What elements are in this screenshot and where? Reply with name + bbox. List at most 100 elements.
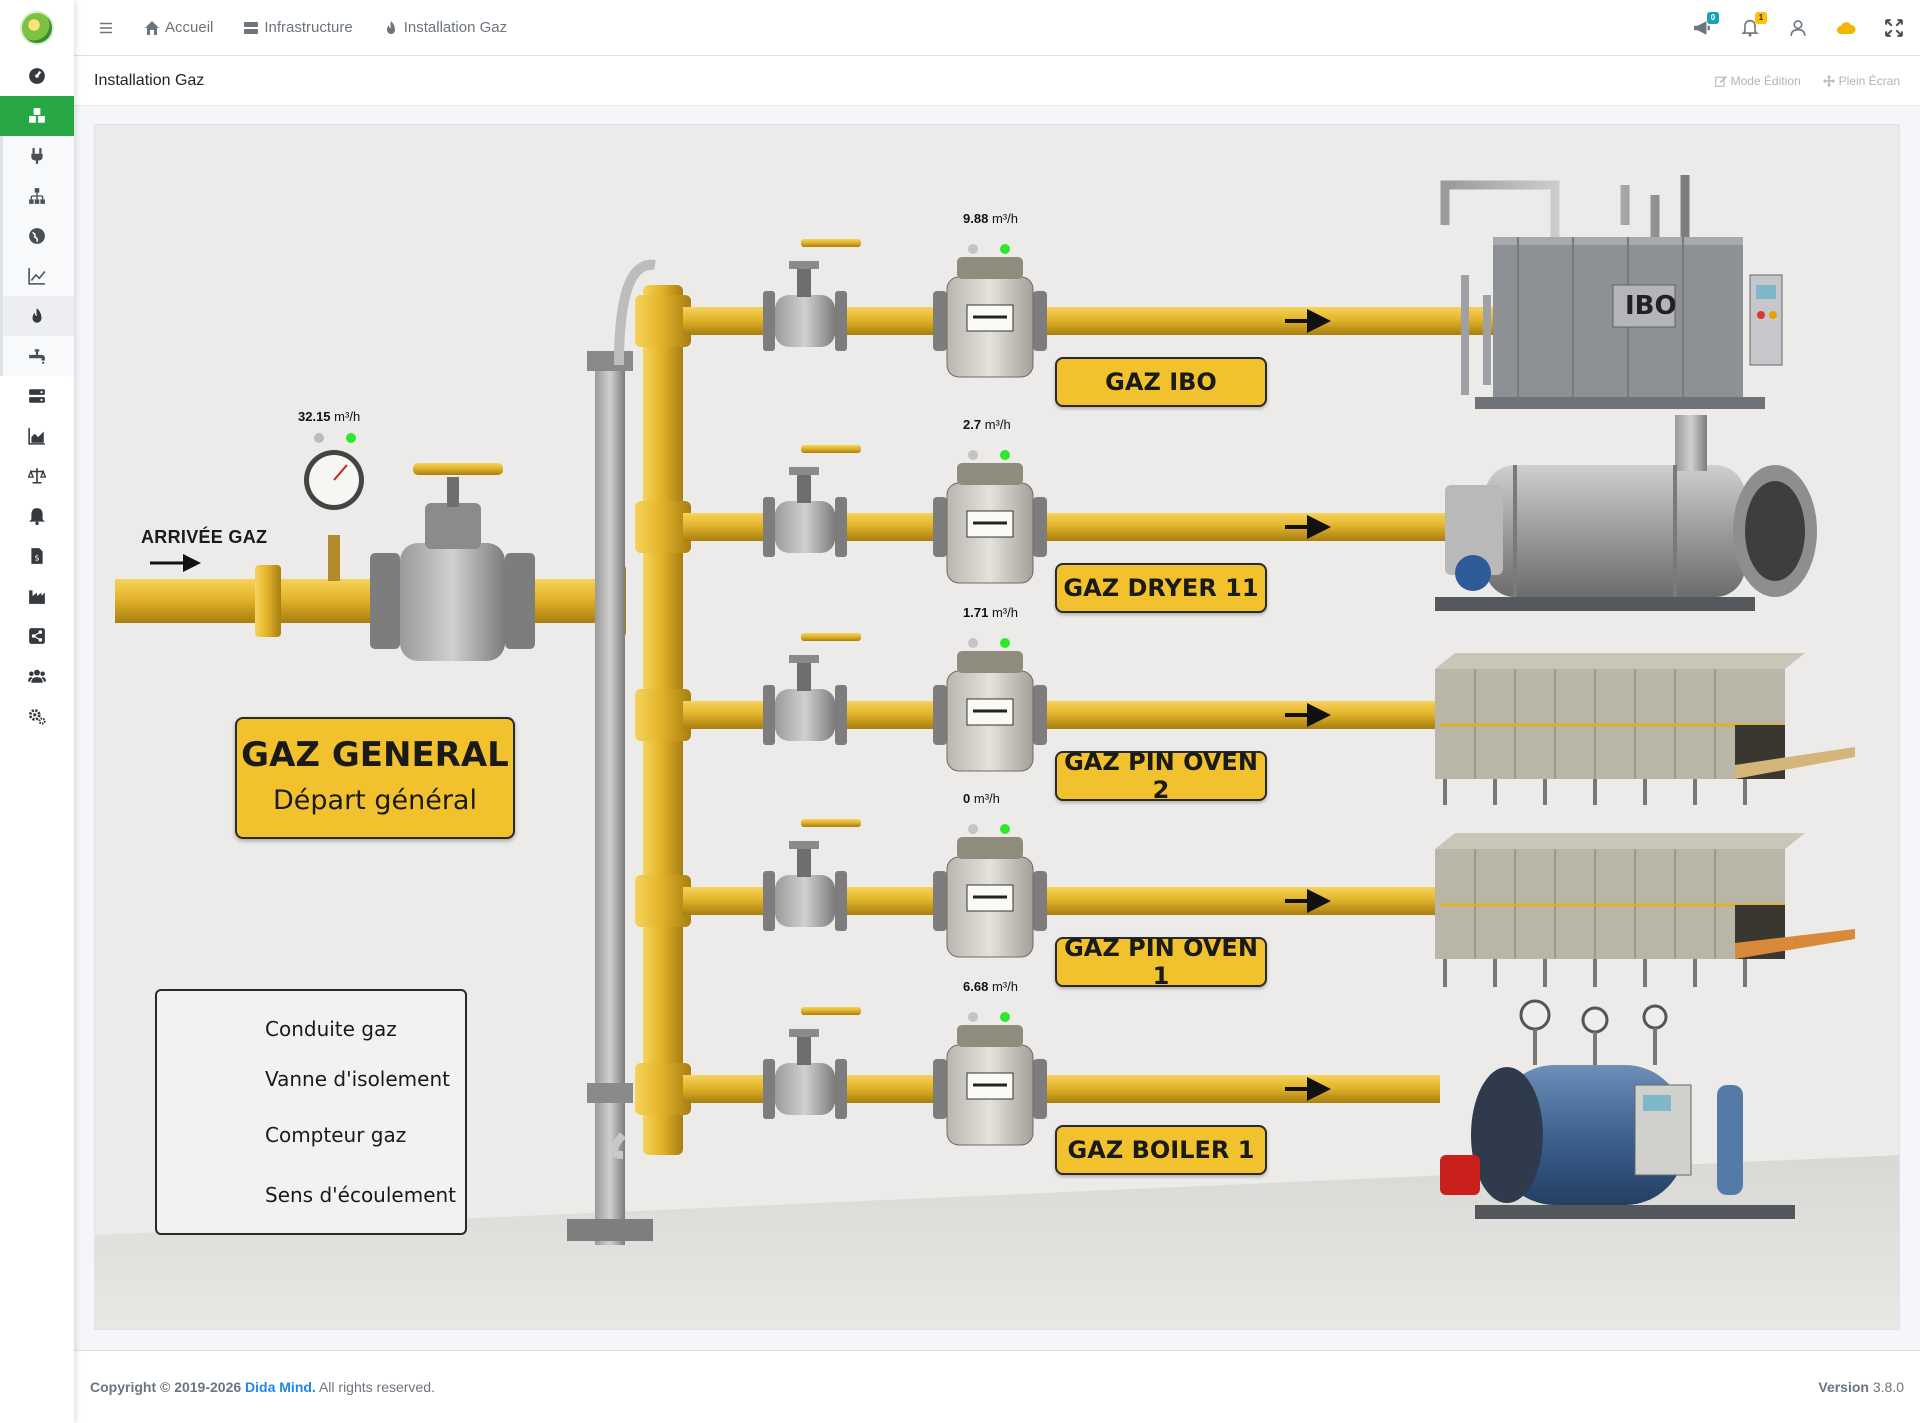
sidebar-item-network[interactable] bbox=[0, 176, 74, 216]
sidebar-item-alerts[interactable] bbox=[0, 496, 74, 536]
sidebar-item-industry[interactable] bbox=[0, 576, 74, 616]
sidebar-item-area-chart[interactable] bbox=[0, 416, 74, 456]
branch-2 bbox=[635, 445, 1445, 584]
sidebar-item-share[interactable] bbox=[0, 616, 74, 656]
legend: Conduite gaz Vanne d'isolement Compteur … bbox=[155, 989, 467, 1235]
boiler-1-unit bbox=[1440, 999, 1795, 1219]
user-icon bbox=[1790, 19, 1806, 36]
bell-icon bbox=[29, 508, 45, 525]
general-sign: GAZ GENERAL Départ général bbox=[235, 717, 515, 839]
footer-version-value: 3.8.0 bbox=[1872, 1379, 1904, 1395]
nav-link-infrastructure-label: Infrastructure bbox=[264, 19, 353, 36]
sitemap-icon bbox=[29, 188, 45, 204]
balance-scale-icon bbox=[28, 468, 46, 484]
nav-link-home-label: Accueil bbox=[165, 19, 214, 36]
cubes-icon bbox=[29, 108, 45, 123]
branch-flow-unit: m³/h bbox=[991, 605, 1018, 620]
dryer-11-unit bbox=[1435, 415, 1817, 611]
messages-button[interactable]: 0 bbox=[1692, 11, 1719, 38]
footer-copyright: Copyright © 2019-2026 bbox=[90, 1379, 242, 1395]
sidebar-item-infrastructure[interactable] bbox=[0, 96, 74, 136]
notifications-button[interactable]: 1 bbox=[1740, 11, 1767, 38]
sidebar-item-users[interactable] bbox=[0, 656, 74, 696]
branch-name-sign: GAZ DRYER 11 bbox=[1055, 563, 1267, 613]
plug-icon bbox=[31, 148, 43, 164]
nav-link-infrastructure[interactable]: Infrastructure bbox=[243, 19, 353, 36]
industry-icon bbox=[29, 590, 45, 604]
expand-icon bbox=[1885, 18, 1903, 37]
branch-flow-reading: 1.71 m³/h bbox=[963, 605, 1018, 620]
sidebar-item-balance[interactable] bbox=[0, 456, 74, 496]
general-flow-value: 32.15 bbox=[298, 409, 331, 424]
branch-flow-unit: m³/h bbox=[991, 211, 1018, 226]
flame-icon bbox=[32, 308, 42, 323]
app-logo[interactable] bbox=[0, 0, 74, 56]
general-flow-reading: 32.15 m³/h bbox=[298, 409, 360, 424]
inlet-label: ARRIVÉE GAZ bbox=[141, 527, 268, 547]
sidebar-item-dashboard[interactable] bbox=[0, 56, 74, 96]
branch-5 bbox=[635, 1007, 1440, 1146]
general-flow-unit: m³/h bbox=[334, 409, 361, 424]
branch-flow-unit: m³/h bbox=[991, 979, 1018, 994]
sidebar-item-servers[interactable] bbox=[0, 376, 74, 416]
gas-synoptic: ARRIVÉE GAZ 32.15 m³/h GAZ GENERAL Dépar… bbox=[94, 124, 1900, 1330]
move-arrows-icon bbox=[1822, 74, 1835, 87]
top-navbar: Accueil Infrastructure Installation Gaz … bbox=[74, 0, 1920, 56]
messages-badge: 0 bbox=[1707, 11, 1719, 24]
cloud-sync-button[interactable] bbox=[1836, 18, 1856, 38]
area-chart-icon bbox=[28, 428, 45, 445]
notifications-badge: 1 bbox=[1755, 11, 1767, 24]
svg-text:$: $ bbox=[34, 554, 39, 563]
footer-rights: All rights reserved. bbox=[318, 1379, 435, 1395]
pin-oven-2-unit bbox=[1435, 653, 1855, 805]
branch-flow-value: 6.68 bbox=[963, 979, 989, 994]
branch-flow-value: 1.71 bbox=[963, 605, 989, 620]
footer: Copyright © 2019-2026 Dida Mind. All rig… bbox=[74, 1350, 1920, 1423]
branch-name-sign: GAZ PIN OVEN 2 bbox=[1055, 748, 1267, 804]
leaf-logo-icon bbox=[20, 11, 54, 45]
sidebar-item-electricity[interactable] bbox=[0, 136, 74, 176]
cloud-icon bbox=[1837, 21, 1856, 34]
branch-valve bbox=[775, 875, 835, 927]
edit-mode-button[interactable]: Mode Édition bbox=[1714, 73, 1801, 88]
fullscreen-button[interactable]: Plein Écran bbox=[1822, 74, 1900, 88]
sidebar: $ bbox=[0, 0, 74, 1423]
branch-name-sign: GAZ PIN OVEN 1 bbox=[1055, 934, 1267, 990]
edit-mode-label: Mode Édition bbox=[1730, 73, 1801, 88]
main-isolation-valve bbox=[400, 543, 505, 661]
flame-icon bbox=[386, 20, 395, 34]
legend-flow-label: Sens d'écoulement bbox=[265, 1183, 457, 1207]
footer-version-label: Version bbox=[1818, 1379, 1869, 1395]
sidebar-item-trends[interactable] bbox=[0, 256, 74, 296]
branch-flow-reading: 9.88 m³/h bbox=[963, 211, 1018, 226]
branch-flow-value: 9.88 bbox=[963, 211, 989, 226]
branch-flow-reading: 0 m³/h bbox=[963, 791, 1000, 806]
branch-flow-value: 2.7 bbox=[963, 417, 982, 432]
sidebar-item-settings[interactable] bbox=[0, 696, 74, 736]
sidebar-item-gas[interactable] bbox=[0, 296, 74, 336]
menu-toggle-button[interactable] bbox=[98, 20, 114, 36]
branch-valve bbox=[775, 689, 835, 741]
fullscreen-toggle-button[interactable] bbox=[1884, 18, 1904, 38]
cogs-icon bbox=[28, 709, 46, 725]
branch-valve bbox=[775, 1063, 835, 1115]
share-icon bbox=[29, 628, 45, 644]
edit-icon bbox=[1714, 75, 1727, 87]
branch-flow-reading: 2.7 m³/h bbox=[963, 417, 1011, 432]
general-sign-title: GAZ GENERAL bbox=[241, 735, 509, 775]
globe-icon bbox=[29, 228, 45, 244]
home-icon bbox=[145, 20, 159, 35]
sidebar-item-water[interactable] bbox=[0, 336, 74, 376]
footer-brand-link[interactable]: Dida Mind. bbox=[245, 1379, 316, 1395]
branch-valve bbox=[775, 295, 835, 347]
branch-name-sign: GAZ BOILER 1 bbox=[1055, 1125, 1267, 1175]
sidebar-item-globe[interactable] bbox=[0, 216, 74, 256]
sidebar-item-invoices[interactable]: $ bbox=[0, 536, 74, 576]
branch-flow-unit: m³/h bbox=[973, 791, 1000, 806]
user-profile-button[interactable] bbox=[1788, 18, 1808, 38]
nav-link-home[interactable]: Accueil bbox=[144, 19, 213, 36]
line-chart-icon bbox=[28, 268, 46, 285]
ibo-unit bbox=[1440, 175, 1783, 409]
nav-link-gas[interactable]: Installation Gaz bbox=[383, 19, 507, 36]
branch-4 bbox=[635, 819, 1440, 958]
